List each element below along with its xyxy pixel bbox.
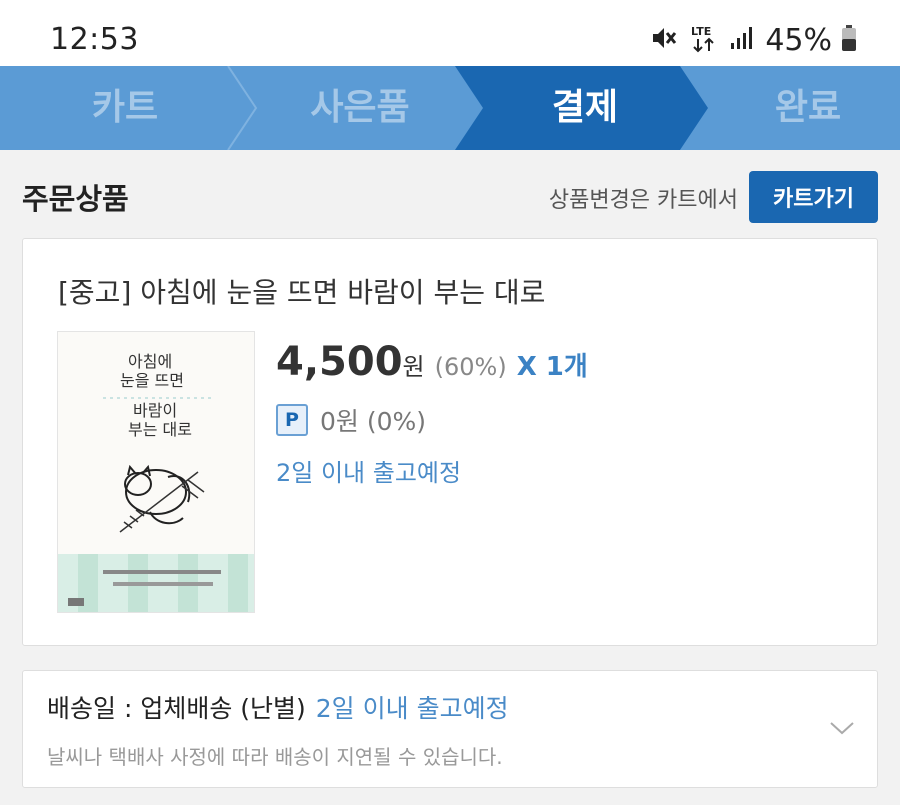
product-title[interactable]: [중고] 아침에 눈을 뜨면 바람이 부는 대로 xyxy=(58,271,545,311)
quantity: X 1개 xyxy=(516,352,588,382)
delivery-label: 배송일 : 업체배송 (난별) xyxy=(47,694,306,723)
delivery-info-card[interactable]: 배송일 : 업체배송 (난별) 2일 이내 출고예정 날씨나 택배사 사정에 따… xyxy=(22,670,878,788)
step-cart: 카트 xyxy=(91,87,159,128)
cover-title-line-4: 부는 대로 xyxy=(128,420,192,439)
cover-title-line-1: 아침에 xyxy=(128,352,172,371)
book-cover-image[interactable]: 아침에 눈을 뜨면 바람이 부는 대로 xyxy=(57,331,255,613)
battery-percent: 45% xyxy=(765,22,832,58)
shipping-estimate: 2일 이내 출고예정 xyxy=(276,459,462,487)
price-amount: 4,500 xyxy=(276,339,403,385)
step-gift: 사은품 xyxy=(310,87,410,128)
status-bar: 12:53 LTE 45% xyxy=(0,0,900,66)
discount-rate: (60%) xyxy=(434,353,507,381)
cover-title-line-2: 눈을 뜨면 xyxy=(120,371,184,390)
mute-icon xyxy=(651,25,679,55)
signal-icon xyxy=(729,25,755,55)
status-icons: LTE 45% xyxy=(651,22,856,58)
delivery-eta: 2일 이내 출고예정 xyxy=(315,694,509,723)
delivery-main-line: 배송일 : 업체배송 (난별) 2일 이내 출고예정 xyxy=(47,689,509,725)
price-row: 4,500 원 (60%) X 1개 xyxy=(276,339,588,385)
svg-text:LTE: LTE xyxy=(691,25,711,38)
change-note: 상품변경은 카트에서 xyxy=(548,188,738,213)
points-value: 0원 (0%) xyxy=(320,407,427,436)
order-items-header: 주문상품 상품변경은 카트에서 카트가기 xyxy=(0,150,900,238)
lte-icon: LTE xyxy=(689,23,719,57)
delivery-delay-note: 날씨나 택배사 사정에 따라 배송이 지연될 수 있습니다. xyxy=(47,745,503,769)
battery-icon xyxy=(842,25,856,55)
checkout-steps: 카트 사은품 결제 완료 xyxy=(0,66,900,150)
price-unit: 원 xyxy=(402,353,425,381)
points-icon: P xyxy=(276,404,308,436)
chevron-down-icon[interactable] xyxy=(829,719,855,737)
status-time: 12:53 xyxy=(50,22,139,57)
step-complete: 완료 xyxy=(774,87,842,128)
cover-title-line-3: 바람이 xyxy=(133,401,177,420)
section-title: 주문상품 xyxy=(22,182,129,216)
product-card: [중고] 아침에 눈을 뜨면 바람이 부는 대로 아침에 눈을 뜨면 바람이 부… xyxy=(22,238,878,646)
go-to-cart-button[interactable]: 카트가기 xyxy=(749,171,878,223)
step-payment: 결제 xyxy=(551,87,619,128)
points-row: P 0원 (0%) xyxy=(276,402,426,438)
